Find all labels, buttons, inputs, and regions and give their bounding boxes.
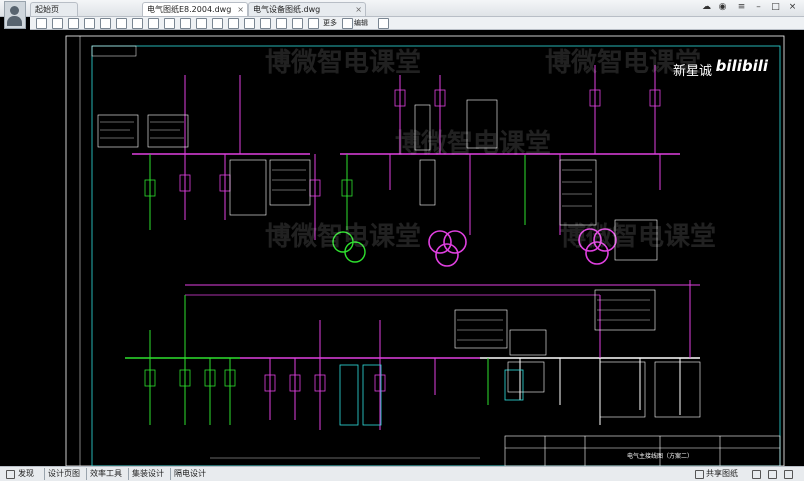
status-tab-electrical[interactable]: 隔电设计	[170, 468, 206, 480]
watermark-brand: 博微智电课堂	[395, 129, 552, 159]
tab-start-page[interactable]: 起始页	[30, 2, 78, 16]
toolbar: 更多 编辑	[30, 17, 804, 30]
title-block-text: 电气主接线图（方案二）	[627, 453, 694, 460]
watermark-brand: 博微智电课堂	[265, 222, 422, 252]
tab-drawing-2[interactable]: 电气设备图纸.dwg ×	[248, 2, 366, 16]
print-icon[interactable]	[68, 18, 79, 29]
tools-icon[interactable]	[308, 18, 319, 29]
settings-icon[interactable]	[768, 470, 777, 479]
layer-icon[interactable]	[260, 18, 271, 29]
watermark-user: 新星诚	[672, 64, 712, 79]
text-icon[interactable]	[212, 18, 223, 29]
drawing-canvas[interactable]: 博微智电课堂 博微智电课堂 博微智电课堂 博微智电课堂 博微智电课堂 新星诚 b…	[0, 30, 804, 467]
tab-label: 电气设备图纸.dwg	[253, 5, 321, 14]
watermark-brand: 博微智电课堂	[560, 222, 717, 252]
tab-label: 电气图纸E8.2004.dwg	[147, 5, 232, 14]
dimension-icon[interactable]	[276, 18, 287, 29]
close-icon[interactable]: ×	[237, 3, 244, 16]
zoom-out-icon[interactable]	[164, 18, 175, 29]
open-icon[interactable]	[36, 18, 47, 29]
close-window-icon[interactable]: ×	[786, 1, 799, 14]
status-tab-tools[interactable]: 效率工具	[86, 468, 122, 480]
edit-icon[interactable]	[342, 18, 353, 29]
edit-button[interactable]: 编辑	[354, 17, 368, 29]
avatar[interactable]	[4, 1, 26, 29]
pen-icon[interactable]	[228, 18, 239, 29]
layout-icon[interactable]	[752, 470, 761, 479]
minimize-icon[interactable]: –	[752, 1, 765, 14]
status-tab-discover[interactable]: 发现	[18, 468, 34, 480]
measure-icon[interactable]	[196, 18, 207, 29]
status-bar: 发现 设计页图 效率工具 集装设计 隔电设计 共享图纸	[0, 466, 804, 481]
save-icon[interactable]	[52, 18, 63, 29]
more-button[interactable]: 更多	[323, 17, 337, 29]
tab-drawing-1[interactable]: 电气图纸E8.2004.dwg ×	[142, 2, 248, 16]
undo-icon[interactable]	[116, 18, 127, 29]
menu-icon[interactable]: ≡	[735, 1, 748, 14]
maximize-icon[interactable]: □	[769, 1, 782, 14]
share-icon	[695, 470, 704, 479]
fullscreen-icon[interactable]	[784, 470, 793, 479]
discover-icon	[6, 470, 15, 479]
grid-icon[interactable]	[292, 18, 303, 29]
bilibili-logo: bilibili	[715, 57, 768, 75]
check-icon[interactable]	[378, 18, 389, 29]
zoom-in-icon[interactable]	[148, 18, 159, 29]
user-icon[interactable]: ◉	[716, 1, 729, 14]
status-tab-design[interactable]: 设计页图	[44, 468, 80, 480]
close-icon[interactable]: ×	[355, 3, 362, 16]
share-drawing-button[interactable]: 共享图纸	[706, 468, 738, 480]
cloud-icon[interactable]: ☁	[700, 1, 713, 14]
rotate-icon[interactable]	[244, 18, 255, 29]
status-tab-integrated[interactable]: 集装设计	[128, 468, 164, 480]
tab-bar: 起始页 电气图纸E8.2004.dwg × 电气设备图纸.dwg × ☁ ◉ ≡ –…	[0, 0, 804, 17]
watermark-brand: 博微智电课堂	[265, 48, 422, 78]
tab-label: 起始页	[35, 5, 59, 14]
redo-icon[interactable]	[132, 18, 143, 29]
zoom-window-icon[interactable]	[180, 18, 191, 29]
pan-icon[interactable]	[100, 18, 111, 29]
copy-icon[interactable]	[84, 18, 95, 29]
